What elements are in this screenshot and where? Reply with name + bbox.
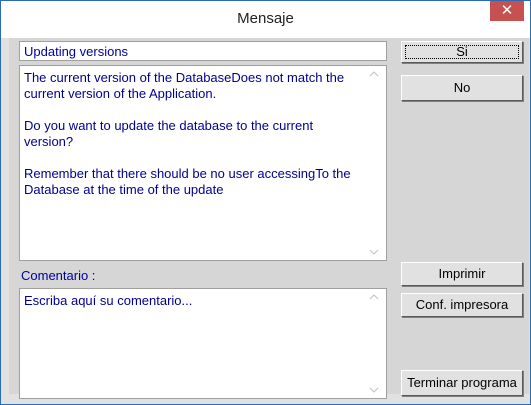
message-text: The current version of the DatabaseDoes … xyxy=(24,70,364,214)
message-paragraph: Do you want to update the database to th… xyxy=(24,118,314,149)
comment-label: Comentario : xyxy=(21,268,96,283)
print-button[interactable]: Imprimir xyxy=(401,262,523,286)
scroll-down-icon[interactable] xyxy=(368,248,380,258)
focus-rectangle xyxy=(405,45,519,59)
si-button[interactable]: Si xyxy=(401,41,523,63)
message-textarea[interactable]: The current version of the DatabaseDoes … xyxy=(19,65,387,261)
exit-program-button-label: Terminar programa xyxy=(407,375,517,390)
subject-field[interactable]: Updating versions xyxy=(19,41,387,61)
window-title: Mensaje xyxy=(237,10,294,27)
title-bar[interactable]: Mensaje ✕ xyxy=(1,1,530,38)
scroll-down-icon[interactable] xyxy=(368,386,380,396)
exit-program-button[interactable]: Terminar programa xyxy=(401,370,523,396)
no-button-label: No xyxy=(453,80,471,95)
printer-config-button-label: Conf. impresora xyxy=(415,297,509,312)
print-button-label: Imprimir xyxy=(438,266,486,281)
scroll-up-icon[interactable] xyxy=(368,70,380,80)
printer-config-button[interactable]: Conf. impresora xyxy=(401,293,523,317)
close-icon: ✕ xyxy=(500,2,514,19)
scroll-up-icon[interactable] xyxy=(368,293,380,303)
message-paragraph: The current version of the DatabaseDoes … xyxy=(24,70,345,101)
message-paragraph: Remember that there should be no user ac… xyxy=(24,166,351,197)
comment-text: Escriba aquí su comentario... xyxy=(24,293,193,308)
comment-textarea[interactable]: Escriba aquí su comentario... xyxy=(19,288,387,399)
no-button[interactable]: No xyxy=(401,75,523,101)
close-button[interactable]: ✕ xyxy=(490,1,524,21)
